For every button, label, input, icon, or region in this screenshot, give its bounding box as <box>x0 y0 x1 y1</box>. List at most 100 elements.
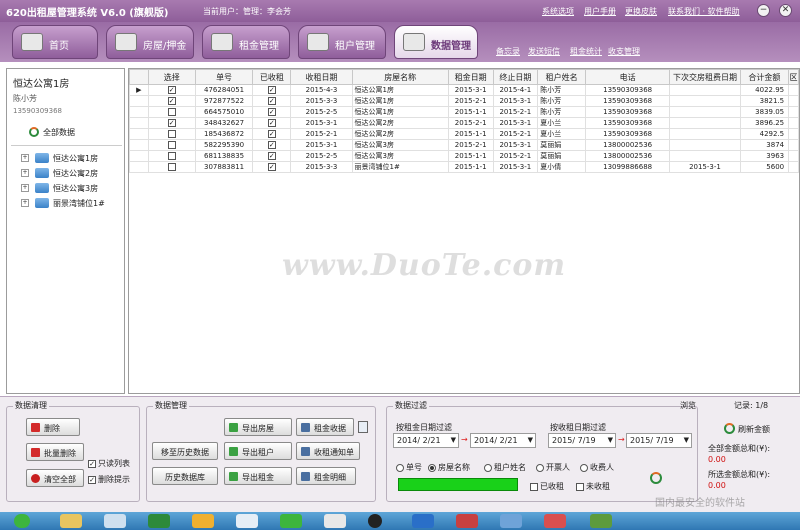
paid-cell[interactable]: ✓ <box>252 84 292 96</box>
checkbox-box[interactable]: ✓ <box>267 86 276 94</box>
tree-item-property[interactable]: + 丽景湾铺位1# <box>11 197 122 211</box>
column-header[interactable]: 选择 <box>147 69 196 85</box>
expand-icon[interactable]: + <box>21 184 29 192</box>
nav-tab-rent[interactable]: 租金管理 <box>202 25 290 59</box>
app-icon[interactable] <box>192 514 214 528</box>
refresh-amount-button[interactable]: 刷新金额 <box>738 424 770 435</box>
radio-button[interactable] <box>484 463 492 472</box>
app-icon[interactable] <box>544 514 566 528</box>
select-cell[interactable]: ✓ <box>147 95 196 107</box>
checkbox-box[interactable]: ✓ <box>167 119 176 127</box>
select-cell[interactable] <box>147 150 196 162</box>
paid-cell[interactable]: ✓ <box>252 128 292 140</box>
table-row[interactable]: 664575010 ✓ 2015-2-5 恒达公寓1房 2015-1-1 2015-2-1… <box>129 106 799 118</box>
checkbox-box[interactable]: ✓ <box>167 97 176 105</box>
checkbox-box[interactable] <box>167 152 176 160</box>
paid-cell[interactable]: ✓ <box>252 106 292 118</box>
app-icon[interactable] <box>280 514 302 528</box>
column-header[interactable]: 下次交房租费日期 <box>669 69 741 85</box>
expand-icon[interactable]: + <box>21 199 29 207</box>
delete-button[interactable]: 删除 <box>26 418 80 436</box>
user-manual-link[interactable]: 用户手册 <box>584 6 616 17</box>
nav-tab-data[interactable]: 数据管理 <box>394 25 478 59</box>
app-icon[interactable] <box>412 514 434 528</box>
table-row[interactable]: 307883811 ✓ 2015-3-3 丽景湾铺位1# 2015-1-1 2015-3-… <box>129 161 799 173</box>
rent-date-to[interactable]: 2014/ 2/21 ▼ <box>470 433 536 448</box>
radio-button[interactable] <box>580 463 588 472</box>
nav-tab-house-deposit[interactable]: 房屋/押金 <box>106 25 194 59</box>
checkbox-box[interactable] <box>167 141 176 149</box>
column-header[interactable]: 合计金额 <box>739 69 790 85</box>
filter-option-issuer[interactable]: 开票人 <box>536 462 570 473</box>
expand-icon[interactable]: + <box>21 154 29 162</box>
chevron-down-icon[interactable]: ▼ <box>451 436 456 444</box>
column-header[interactable]: 电话 <box>584 69 671 85</box>
checkbox-box[interactable] <box>167 130 176 138</box>
checkbox-box[interactable]: ✓ <box>88 475 96 484</box>
select-cell[interactable] <box>147 139 196 151</box>
select-cell[interactable] <box>147 106 196 118</box>
paid-cell[interactable]: ✓ <box>252 139 292 151</box>
rent-date-from[interactable]: 2014/ 2/21 ▼ <box>393 433 459 448</box>
filter-search-bar[interactable] <box>398 478 518 491</box>
table-row[interactable]: ▶ ✓ 476284051 ✓ 2015-4-3 恒达公寓1房 2015-3-1 2015-4… <box>129 84 799 96</box>
select-cell[interactable] <box>147 161 196 173</box>
filter-option-tenant[interactable]: 租户姓名 <box>484 462 526 473</box>
app-icon[interactable] <box>324 514 346 528</box>
column-header[interactable]: 终止日期 <box>492 69 539 85</box>
change-skin-link[interactable]: 更换皮肤 <box>625 6 657 17</box>
filter-option-house[interactable]: 房屋名称 <box>428 462 470 473</box>
checkbox-box[interactable]: ✓ <box>267 97 276 105</box>
table-row[interactable]: 681138835 ✓ 2015-2-5 恒达公寓3房 2015-1-1 2015-2-1… <box>129 150 799 162</box>
column-header[interactable]: 区 <box>788 69 799 85</box>
checkbox-box[interactable]: ✓ <box>167 86 176 94</box>
checkbox-box[interactable]: ✓ <box>267 141 276 149</box>
select-cell[interactable]: ✓ <box>147 117 196 129</box>
checkbox-box[interactable]: ✓ <box>88 459 96 468</box>
collect-date-from[interactable]: 2015/ 7/19 ▼ <box>548 433 616 448</box>
send-sms-link[interactable]: 发送短信 <box>528 46 560 57</box>
checkbox-box[interactable]: ✓ <box>267 119 276 127</box>
chevron-down-icon[interactable]: ▼ <box>608 436 613 444</box>
app-icon[interactable] <box>104 514 126 528</box>
column-header[interactable]: 已收租 <box>252 69 292 85</box>
app-icon[interactable] <box>500 514 522 528</box>
checkbox-box[interactable] <box>167 108 176 116</box>
checkbox-box[interactable]: ✓ <box>267 163 276 171</box>
close-icon[interactable]: ✕ <box>779 4 792 17</box>
export-house-button[interactable]: 导出房屋 <box>224 418 292 436</box>
collect-date-to[interactable]: 2015/ 7/19 ▼ <box>626 433 692 448</box>
memo-link[interactable]: 备忘录 <box>496 46 520 57</box>
filter-option-id[interactable]: 单号 <box>396 462 422 473</box>
unpaid-filter-checkbox[interactable]: 未收租 <box>576 481 610 492</box>
paid-cell[interactable]: ✓ <box>252 161 292 173</box>
paid-filter-checkbox[interactable]: 已收租 <box>530 481 564 492</box>
move-history-button[interactable]: 移至历史数据 <box>152 442 218 460</box>
tree-item-property[interactable]: + 恒达公寓3房 <box>11 182 122 196</box>
delete-prompt-checkbox[interactable]: ✓ 删除提示 <box>88 474 130 485</box>
table-row[interactable]: 582295390 ✓ 2015-3-1 恒达公寓3房 2015-2-1 2015-3-1… <box>129 139 799 151</box>
export-rent-button[interactable]: 导出租金 <box>224 467 292 485</box>
app-icon[interactable] <box>368 514 382 528</box>
expand-icon[interactable]: + <box>21 169 29 177</box>
contact-help-link[interactable]: 联系我们 · 软件帮助 <box>668 6 740 17</box>
checkbox-box[interactable]: ✓ <box>267 152 276 160</box>
minimize-icon[interactable]: − <box>757 4 770 17</box>
app-icon[interactable] <box>148 514 170 528</box>
column-header[interactable]: 单号 <box>194 69 254 85</box>
column-header[interactable]: 租金日期 <box>447 69 494 85</box>
select-cell[interactable]: ✓ <box>147 84 196 96</box>
radio-button[interactable] <box>396 463 404 472</box>
app-icon[interactable] <box>590 514 612 528</box>
checkbox-box[interactable] <box>530 482 538 491</box>
radio-button[interactable] <box>536 463 544 472</box>
chevron-down-icon[interactable]: ▼ <box>528 436 533 444</box>
paid-cell[interactable]: ✓ <box>252 95 292 107</box>
readonly-list-checkbox[interactable]: ✓ 只读列表 <box>88 458 130 469</box>
filter-option-collector[interactable]: 收费人 <box>580 462 614 473</box>
app-icon[interactable] <box>456 514 478 528</box>
checkbox-box[interactable]: ✓ <box>267 130 276 138</box>
checkbox-box[interactable] <box>576 482 584 491</box>
select-cell[interactable] <box>147 128 196 140</box>
folder-icon[interactable] <box>60 514 82 528</box>
